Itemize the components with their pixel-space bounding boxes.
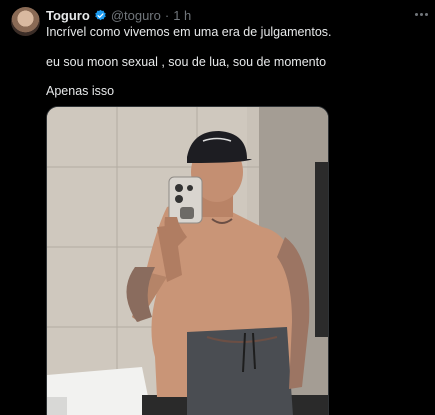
tweet-timestamp[interactable]: 1 h <box>173 8 191 23</box>
more-options-icon[interactable] <box>412 6 430 22</box>
author-avatar[interactable] <box>11 7 40 36</box>
author-name[interactable]: Toguro <box>46 8 90 23</box>
tweet-text-line-3: Apenas isso <box>46 84 115 98</box>
tweet-header: Toguro @toguro · 1 h <box>46 6 191 24</box>
verified-badge-icon <box>95 9 106 20</box>
tweet-text-line-2: eu sou moon sexual , sou de lua, sou de … <box>46 55 327 69</box>
tweet-text-line-1: Incrível como vivemos em uma era de julg… <box>46 25 332 39</box>
header-separator: · <box>164 7 170 23</box>
tweet-photo[interactable] <box>46 106 329 415</box>
author-handle[interactable]: @toguro <box>111 8 161 23</box>
